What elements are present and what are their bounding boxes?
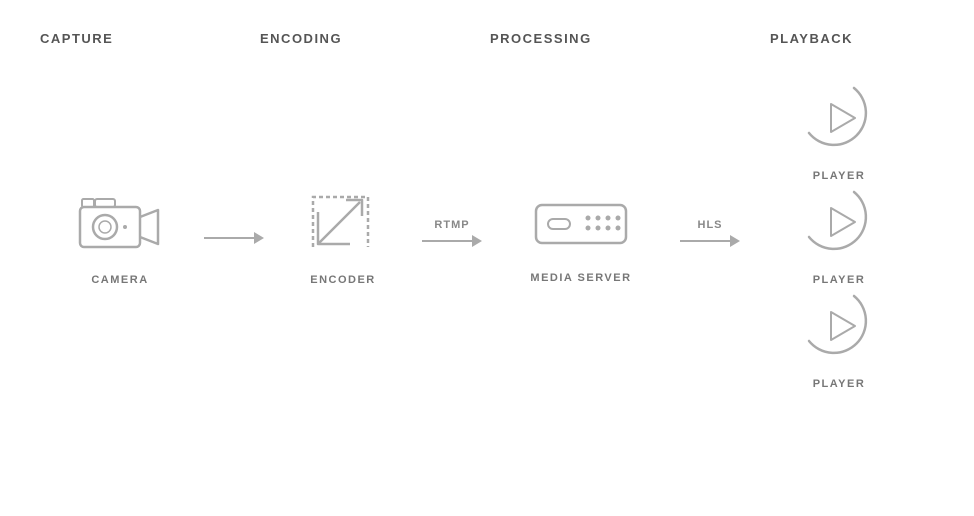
arrow-capture-encoding (204, 204, 264, 244)
encoding-header: ENCODING (260, 31, 342, 46)
capture-header: CAPTURE (40, 31, 113, 46)
encoder-label: ENCODER (310, 274, 376, 286)
arrow-shape (204, 232, 264, 244)
encoding-header-col: ENCODING (250, 30, 460, 48)
capture-header-col: CAPTURE (40, 30, 250, 48)
player-2-label: PLAYER (813, 274, 866, 286)
player-1-label: PLAYER (813, 170, 866, 182)
processing-header-col: PROCESSING (460, 30, 720, 48)
player-item-2: PLAYER (799, 182, 879, 286)
diagram: CAPTURE ENCODING PROCESSING PLAYBACK (0, 0, 974, 516)
playback-header-col: PLAYBACK (720, 30, 934, 48)
arrow-encoding-processing: RTMP (422, 201, 482, 247)
rtmp-label: RTMP (434, 219, 469, 231)
processing-header: PROCESSING (490, 31, 592, 46)
arrow-processing-playback: HLS (680, 201, 740, 247)
encoder-icon (298, 182, 388, 262)
server-label: MEDIA SERVER (530, 272, 631, 284)
main-content-row: CAMERA ENC (40, 78, 934, 390)
camera-label: CAMERA (91, 274, 148, 286)
processing-section: MEDIA SERVER (486, 185, 676, 284)
encoding-section: ENCODER (268, 182, 418, 286)
headers-row: CAPTURE ENCODING PROCESSING PLAYBACK (40, 30, 934, 48)
player-item-3: PLAYER (799, 286, 879, 390)
playback-section: PLAYER PLAYER PLAYER (744, 78, 934, 390)
server-icon (526, 185, 636, 260)
hls-label: HLS (698, 219, 723, 231)
arrow-rtmp-shape (422, 235, 482, 247)
player-item-1: PLAYER (799, 78, 879, 182)
player-3-label: PLAYER (813, 378, 866, 390)
camera-icon (70, 182, 170, 262)
playback-header: PLAYBACK (770, 31, 853, 46)
arrow-hls-shape (680, 235, 740, 247)
capture-section: CAMERA (40, 182, 200, 286)
